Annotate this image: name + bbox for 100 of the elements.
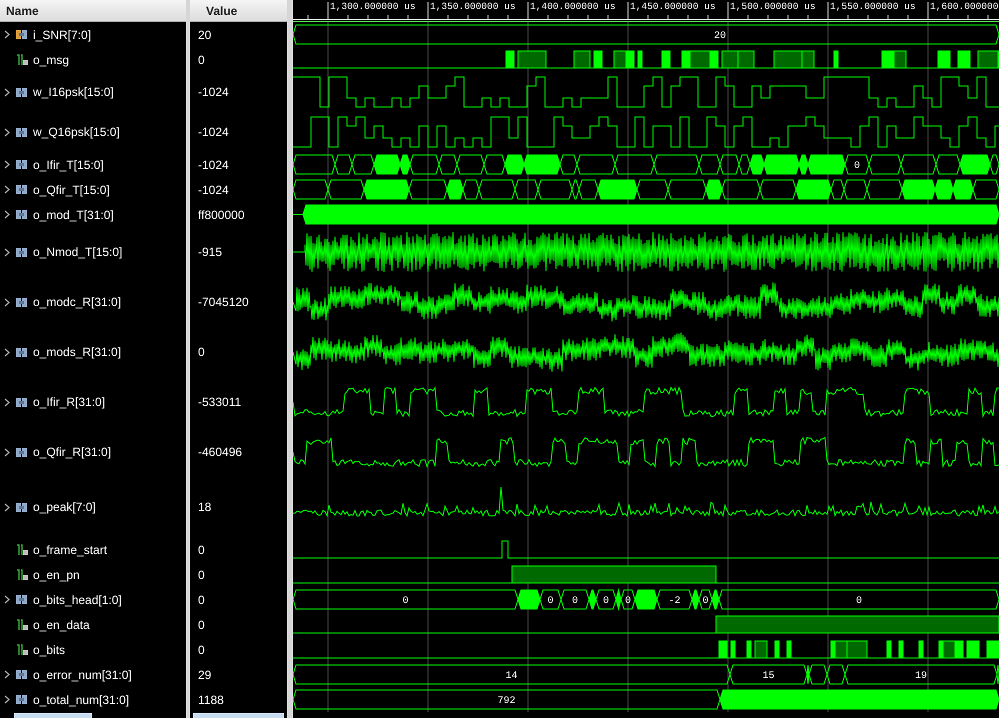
bus-value-label: 792 xyxy=(498,696,516,707)
signal-name[interactable]: w_I16psk[15:0] xyxy=(33,85,114,99)
signal-value: 1188 xyxy=(197,692,224,706)
signal-value: -460496 xyxy=(197,445,242,459)
expand-caret-icon[interactable] xyxy=(4,128,10,136)
signal-name[interactable]: o_Nmod_T[15:0] xyxy=(33,245,122,259)
bus-signal-icon xyxy=(16,86,29,98)
bus-signal-icon xyxy=(16,159,29,170)
bus-signal-icon xyxy=(16,126,29,138)
signal-name[interactable]: o_bits_head[1:0] xyxy=(33,592,122,606)
bus-value-label: 0 xyxy=(603,596,609,607)
signal-value: 0 xyxy=(197,542,205,556)
signal-name[interactable]: o_mod_T[31:0] xyxy=(33,208,114,222)
time-tick-label: 1,550.000000 us xyxy=(830,1,916,12)
signal-value: 18 xyxy=(197,500,212,514)
time-tick-label: 1,350.000000 us xyxy=(430,1,516,12)
signal-value: -915 xyxy=(197,245,222,259)
bus-signal-icon xyxy=(16,594,29,605)
bus-value-label: 0 xyxy=(702,596,708,607)
signal-value: -1024 xyxy=(197,158,229,172)
signal-name[interactable]: o_en_data xyxy=(33,618,90,632)
expand-caret-icon[interactable] xyxy=(4,210,10,219)
time-tick-label: 1,600.000000 xyxy=(930,1,998,12)
bus-value-label: 15 xyxy=(762,671,774,682)
time-tick-label: 1,450.000000 us xyxy=(630,1,716,12)
bus-signal-icon xyxy=(16,502,29,512)
signal-value: 0 xyxy=(197,345,205,359)
name-column-header[interactable]: Name xyxy=(0,0,186,22)
signal-name[interactable]: o_modc_R[31:0] xyxy=(33,295,122,309)
signal-value: 0 xyxy=(197,568,205,582)
bus-value-label: -2 xyxy=(668,596,680,607)
signal-name[interactable]: o_total_num[31:0] xyxy=(33,692,130,706)
expand-caret-icon[interactable] xyxy=(4,348,10,356)
bus-signal-icon xyxy=(16,346,29,358)
bit-signal-icon xyxy=(16,644,29,656)
bus-signal-icon xyxy=(16,446,29,458)
signal-name[interactable]: w_Q16psk[15:0] xyxy=(33,125,120,139)
bus-value-label: 14 xyxy=(506,671,518,682)
signal-name[interactable]: o_Qfir_R[31:0] xyxy=(33,445,112,459)
signal-name[interactable]: i_SNR[7:0] xyxy=(33,28,92,42)
bus-value-label: 0 xyxy=(625,596,631,607)
signal-name[interactable]: o_Ifir_T[15:0] xyxy=(33,158,104,172)
signal-value: 0 xyxy=(197,618,205,632)
signal-value: ff800000 xyxy=(197,208,244,222)
value-column-header[interactable]: Value xyxy=(190,0,287,22)
signal-value: -533011 xyxy=(197,395,242,409)
expand-caret-icon[interactable] xyxy=(4,398,10,406)
expand-caret-icon[interactable] xyxy=(4,695,10,704)
signal-value: 20 xyxy=(197,28,212,42)
bus-value-label: 0 xyxy=(572,596,578,607)
bus-value-label: 19 xyxy=(915,671,927,682)
bus-value-label: 0 xyxy=(402,596,408,607)
bit-signal-icon xyxy=(16,568,29,580)
expand-caret-icon[interactable] xyxy=(4,448,10,456)
bit-signal-icon xyxy=(16,544,29,556)
bus-signal-icon xyxy=(16,396,29,408)
time-tick-label: 1,500.000000 us xyxy=(730,1,816,12)
signal-name[interactable]: o_peak[7:0] xyxy=(33,500,96,514)
signal-value: -1024 xyxy=(197,125,229,139)
signal-value: -1024 xyxy=(197,182,229,196)
signal-name[interactable]: o_frame_start xyxy=(33,542,108,556)
signal-name[interactable]: o_bits xyxy=(33,642,66,656)
signal-name[interactable]: o_en_pn xyxy=(33,568,80,582)
expand-caret-icon[interactable] xyxy=(4,298,10,306)
signal-name[interactable]: o_msg xyxy=(33,52,70,66)
signal-name[interactable]: o_error_num[31:0] xyxy=(33,668,132,682)
expand-caret-icon[interactable] xyxy=(4,160,10,169)
bus-signal-icon xyxy=(16,29,29,40)
time-tick-label: 1,400.000000 us xyxy=(530,1,616,12)
signal-value: -7045120 xyxy=(197,295,249,309)
bus-value-label: 0 xyxy=(548,596,554,607)
bit-signal-icon xyxy=(16,618,29,630)
signal-name[interactable]: o_Ifir_R[31:0] xyxy=(33,395,106,409)
bit-signal-icon xyxy=(16,54,29,66)
signal-name[interactable]: o_Qfir_T[15:0] xyxy=(33,182,110,196)
expand-caret-icon[interactable] xyxy=(4,502,10,512)
bus-signal-icon xyxy=(16,296,29,308)
bus-signal-icon xyxy=(16,694,29,705)
expand-caret-icon[interactable] xyxy=(4,595,10,604)
signal-value: 0 xyxy=(197,642,205,656)
expand-caret-icon[interactable] xyxy=(4,88,10,96)
scrollbar-thumb[interactable] xyxy=(193,713,284,718)
bus-value-label: 0 xyxy=(856,596,862,607)
bus-value-label: 0 xyxy=(854,161,860,172)
bus-value-label: 20 xyxy=(714,31,726,42)
time-tick-label: 1,300.000000 us xyxy=(330,1,416,12)
bus-signal-icon xyxy=(16,246,29,258)
signal-value: 0 xyxy=(197,592,205,606)
expand-caret-icon[interactable] xyxy=(4,185,10,194)
signal-value: -1024 xyxy=(197,85,229,99)
signal-value: 29 xyxy=(197,668,212,682)
expand-caret-icon[interactable] xyxy=(4,30,10,39)
bus-signal-icon xyxy=(16,184,29,195)
signal-value: 0 xyxy=(197,52,205,66)
expand-caret-icon[interactable] xyxy=(4,670,10,679)
bus-signal-icon xyxy=(16,669,29,680)
bus-signal-icon xyxy=(16,209,29,220)
signal-name[interactable]: o_mods_R[31:0] xyxy=(33,345,122,359)
expand-caret-icon[interactable] xyxy=(4,248,10,256)
scrollbar-thumb[interactable] xyxy=(14,713,92,718)
